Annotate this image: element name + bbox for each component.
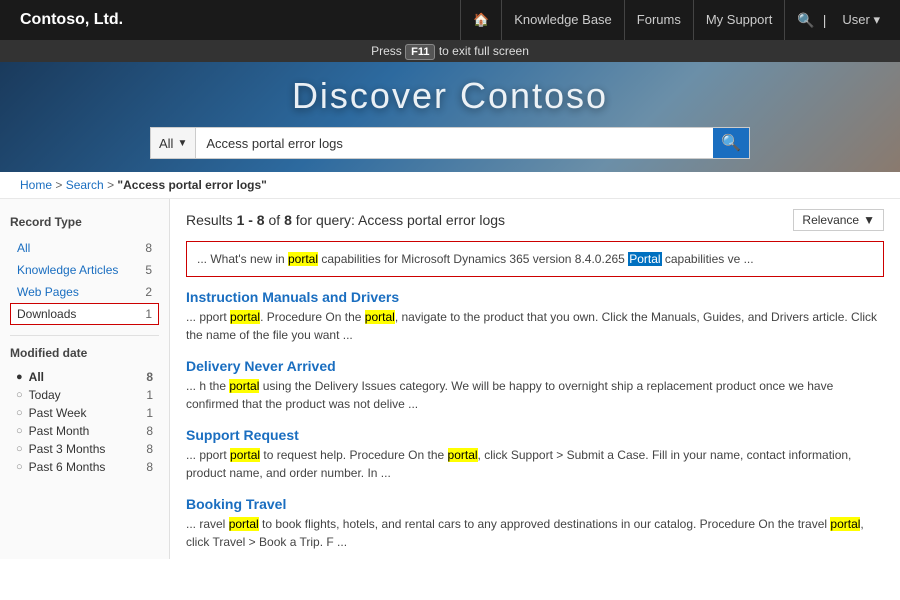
nav-home-link[interactable]: 🏠 <box>460 0 502 40</box>
first-result-snippet: ... What's new in portal capabilities fo… <box>197 250 873 268</box>
hero-search-bar: All ▼ 🔍 <box>150 127 750 159</box>
sidebar: Record Type All 8 Knowledge Articles 5 W… <box>0 199 170 559</box>
date-filter-past6months[interactable]: ○ Past 6 Months 8 <box>10 458 159 476</box>
date-filter-pastmonth[interactable]: ○ Past Month 8 <box>10 422 159 440</box>
sidebar-filter-all[interactable]: All 8 <box>10 237 159 259</box>
radio-today-icon: ○ <box>16 389 23 401</box>
user-menu[interactable]: User ▾ <box>826 12 880 28</box>
results-header: Results 1 - 8 of 8 for query: Access por… <box>186 209 884 231</box>
result-title-2[interactable]: Delivery Never Arrived <box>186 358 884 374</box>
hl-portal-6: portal <box>448 448 478 462</box>
radio-all-icon: ● <box>16 371 23 383</box>
result-item-4: Booking Travel ... ravel portal to book … <box>186 496 884 551</box>
result-title-3[interactable]: Support Request <box>186 427 884 443</box>
date-today-count: 1 <box>146 388 153 402</box>
search-button[interactable]: 🔍 <box>713 128 749 158</box>
modified-date-title: Modified date <box>10 346 159 360</box>
hl-portal-3: portal <box>365 310 395 324</box>
nav-my-support-link[interactable]: My Support <box>694 0 785 40</box>
dropdown-arrow-icon: ▼ <box>177 138 187 149</box>
date-pm-count: 8 <box>146 424 153 438</box>
sort-arrow-icon: ▼ <box>863 213 875 227</box>
nav-kb-link[interactable]: Knowledge Base <box>502 0 625 40</box>
hero-title: Discover Contoso <box>292 75 608 117</box>
date-all-label: All <box>29 370 44 384</box>
hl-portal-5: portal <box>230 448 260 462</box>
result-snippet-3: ... pport portal to request help. Proced… <box>186 446 884 482</box>
sort-label: Relevance <box>802 213 859 227</box>
date-pastweek-label: Past Week <box>29 406 87 420</box>
record-type-title: Record Type <box>10 215 159 229</box>
notice-prefix: Press <box>371 44 405 58</box>
date-filter-today[interactable]: ○ Today 1 <box>10 386 159 404</box>
radio-p3m-icon: ○ <box>16 443 23 455</box>
sidebar-web-count: 2 <box>145 285 152 299</box>
result-title-1[interactable]: Instruction Manuals and Drivers <box>186 289 884 305</box>
results-summary: Results 1 - 8 of 8 for query: Access por… <box>186 212 505 228</box>
date-past6m-label: Past 6 Months <box>29 460 106 474</box>
breadcrumb-current: "Access portal error logs" <box>117 178 266 192</box>
first-result-box: ... What's new in portal capabilities fo… <box>186 241 884 277</box>
fullscreen-notice: Press F11 to exit full screen <box>0 40 900 62</box>
date-p3m-count: 8 <box>146 442 153 456</box>
sidebar-web-label: Web Pages <box>17 285 79 299</box>
sidebar-filter-web[interactable]: Web Pages 2 <box>10 281 159 303</box>
nav-links: 🏠 Knowledge Base Forums My Support <box>460 0 785 40</box>
f11-key: F11 <box>405 44 435 60</box>
date-filter-all[interactable]: ● All 8 <box>10 368 159 386</box>
radio-p6m-icon: ○ <box>16 461 23 473</box>
sidebar-downloads-label: Downloads <box>17 307 76 321</box>
sidebar-filter-ka[interactable]: Knowledge Articles 5 <box>10 259 159 281</box>
highlight-portal-1: portal <box>288 252 318 266</box>
hl-portal-8: portal <box>830 517 860 531</box>
user-label: User ▾ <box>834 12 880 28</box>
search-type-label: All <box>159 136 173 151</box>
sidebar-ka-label: Knowledge Articles <box>17 263 118 277</box>
search-icon[interactable]: 🔍 <box>797 12 814 29</box>
date-today-label: Today <box>29 388 61 402</box>
sidebar-all-label: All <box>17 241 30 255</box>
sort-dropdown[interactable]: Relevance ▼ <box>793 209 884 231</box>
result-snippet-4: ... ravel portal to book flights, hotels… <box>186 515 884 551</box>
breadcrumb: Home > Search > "Access portal error log… <box>0 172 900 199</box>
hl-portal-4: portal <box>229 379 259 393</box>
date-past3m-label: Past 3 Months <box>29 442 106 456</box>
sidebar-divider <box>10 335 159 336</box>
date-filter-pastweek[interactable]: ○ Past Week 1 <box>10 404 159 422</box>
sidebar-ka-count: 5 <box>145 263 152 277</box>
highlight-portal-cap: Portal <box>628 252 661 266</box>
date-pw-count: 1 <box>146 406 153 420</box>
radio-pw-icon: ○ <box>16 407 23 419</box>
date-filter-past3months[interactable]: ○ Past 3 Months 8 <box>10 440 159 458</box>
breadcrumb-search[interactable]: Search <box>66 178 104 192</box>
result-item-2: Delivery Never Arrived ... h the portal … <box>186 358 884 413</box>
result-title-4[interactable]: Booking Travel <box>186 496 884 512</box>
brand-name: Contoso, Ltd. <box>20 11 123 29</box>
search-input[interactable] <box>196 136 713 151</box>
nav-forums-link[interactable]: Forums <box>625 0 694 40</box>
breadcrumb-home[interactable]: Home <box>20 178 52 192</box>
result-snippet-2: ... h the portal using the Delivery Issu… <box>186 377 884 413</box>
date-all-count: 8 <box>146 370 153 384</box>
nav-icons: 🔍 | <box>785 12 826 29</box>
hero-section: Discover Contoso All ▼ 🔍 <box>0 62 900 172</box>
result-item-3: Support Request ... pport portal to requ… <box>186 427 884 482</box>
date-pastmonth-label: Past Month <box>29 424 90 438</box>
sidebar-filter-downloads[interactable]: Downloads 1 <box>10 303 159 325</box>
top-nav: Contoso, Ltd. 🏠 Knowledge Base Forums My… <box>0 0 900 40</box>
hl-portal-7: portal <box>229 517 259 531</box>
radio-pm-icon: ○ <box>16 425 23 437</box>
sidebar-all-count: 8 <box>145 241 152 255</box>
results-area: Results 1 - 8 of 8 for query: Access por… <box>170 199 900 559</box>
result-snippet-1: ... pport portal. Procedure On the porta… <box>186 308 884 344</box>
search-type-dropdown[interactable]: All ▼ <box>151 128 196 158</box>
hl-portal-2: portal <box>230 310 260 324</box>
sidebar-downloads-count: 1 <box>145 307 152 321</box>
notice-suffix: to exit full screen <box>439 44 529 58</box>
breadcrumb-sep1: > <box>55 178 65 192</box>
breadcrumb-sep2: > <box>107 178 117 192</box>
result-item-1: Instruction Manuals and Drivers ... ppor… <box>186 289 884 344</box>
date-p6m-count: 8 <box>146 460 153 474</box>
main-content: Record Type All 8 Knowledge Articles 5 W… <box>0 199 900 559</box>
